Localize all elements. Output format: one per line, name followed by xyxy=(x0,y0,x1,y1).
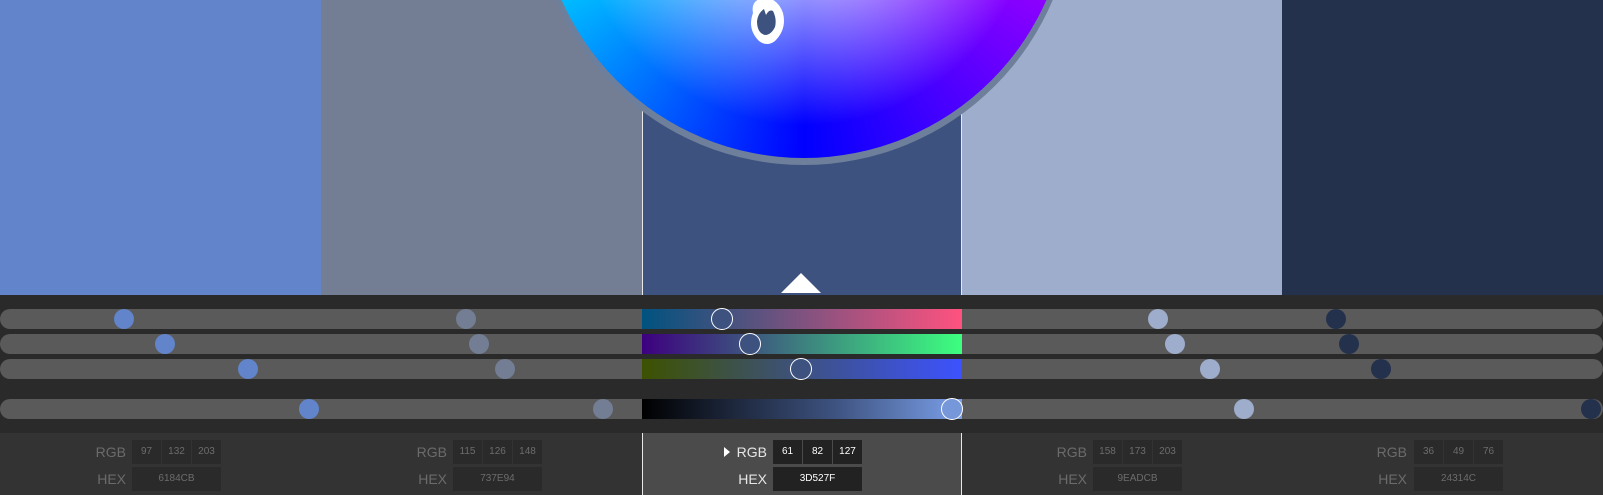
red-value[interactable]: 158 xyxy=(1093,440,1122,464)
brightness-thumb-color-1[interactable] xyxy=(299,399,319,419)
green-value-input[interactable]: 82 xyxy=(803,440,832,464)
red-thumb-color-5[interactable] xyxy=(1326,309,1346,329)
red-value[interactable]: 115 xyxy=(453,440,482,464)
red-thumb-color-1[interactable] xyxy=(114,309,134,329)
hex-label: HEX xyxy=(738,471,767,487)
green-thumb-color-1[interactable] xyxy=(155,334,175,354)
blue-value[interactable]: 203 xyxy=(1153,440,1182,464)
brightness-thumb-color-4[interactable] xyxy=(1234,399,1254,419)
hex-label: HEX xyxy=(97,471,126,487)
green-thumb-color-5[interactable] xyxy=(1339,334,1359,354)
channel-sliders xyxy=(0,295,1603,433)
green-slider-active[interactable] xyxy=(642,334,962,354)
green-value[interactable]: 132 xyxy=(162,440,191,464)
color-swatch-1[interactable] xyxy=(0,0,321,295)
blue-thumb-color-5[interactable] xyxy=(1371,359,1391,379)
green-thumb-color-2[interactable] xyxy=(469,334,489,354)
blue-value[interactable]: 203 xyxy=(192,440,221,464)
red-value-input[interactable]: 61 xyxy=(773,440,802,464)
green-thumb-active[interactable] xyxy=(739,333,762,355)
hex-value-input[interactable]: 3D527F xyxy=(773,467,862,491)
hex-label: HEX xyxy=(1058,471,1087,487)
hex-value[interactable]: 24314C xyxy=(1414,467,1503,491)
blue-value-input[interactable]: 127 xyxy=(833,440,862,464)
blue-thumb-color-2[interactable] xyxy=(495,359,515,379)
blue-value[interactable]: 148 xyxy=(513,440,542,464)
green-thumb-color-4[interactable] xyxy=(1165,334,1185,354)
hex-label: HEX xyxy=(1378,471,1407,487)
brightness-slider-active[interactable] xyxy=(642,399,962,419)
red-value[interactable]: 97 xyxy=(132,440,161,464)
active-swatch-pointer-icon xyxy=(781,273,821,293)
red-thumb-color-4[interactable] xyxy=(1148,309,1168,329)
color-wheel-handle-icon[interactable] xyxy=(745,0,789,47)
green-value[interactable]: 126 xyxy=(483,440,512,464)
rgb-label: RGB xyxy=(1376,444,1407,460)
rgb-label: RGB xyxy=(95,444,126,460)
brightness-thumb-color-5[interactable] xyxy=(1581,399,1601,419)
hex-value[interactable]: 737E94 xyxy=(453,467,542,491)
hex-value[interactable]: 9EADCB xyxy=(1093,467,1182,491)
rgb-label: RGB xyxy=(736,444,767,460)
green-value[interactable]: 49 xyxy=(1444,440,1473,464)
hex-label: HEX xyxy=(418,471,447,487)
rgb-label: RGB xyxy=(1056,444,1087,460)
blue-thumb-color-4[interactable] xyxy=(1200,359,1220,379)
hex-value[interactable]: 6184CB xyxy=(132,467,221,491)
green-value[interactable]: 173 xyxy=(1123,440,1152,464)
brightness-thumb-color-2[interactable] xyxy=(593,399,613,419)
blue-value[interactable]: 76 xyxy=(1474,440,1503,464)
color-swatch-5[interactable] xyxy=(1282,0,1603,295)
red-thumb-color-2[interactable] xyxy=(456,309,476,329)
red-value[interactable]: 36 xyxy=(1414,440,1443,464)
blue-thumb-color-1[interactable] xyxy=(238,359,258,379)
rgb-label: RGB xyxy=(416,444,447,460)
red-slider-active[interactable] xyxy=(642,309,962,329)
